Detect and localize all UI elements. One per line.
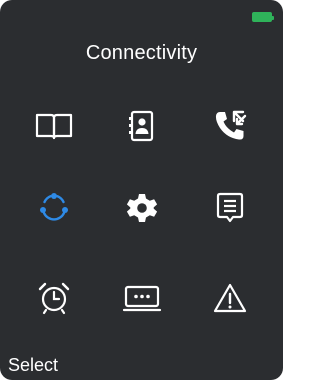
phone-screen: Connectivity Select — [0, 0, 283, 380]
call-log-icon — [215, 110, 247, 140]
left-softkey[interactable]: Select — [8, 355, 58, 376]
menu-item-connectivity[interactable] — [24, 178, 84, 238]
contacts-icon — [129, 110, 154, 142]
alarm-icon — [38, 282, 70, 315]
menu-grid — [0, 96, 283, 336]
battery-icon — [252, 12, 274, 22]
settings-icon — [126, 194, 158, 222]
book-icon — [35, 113, 73, 140]
keyboard-icon — [122, 285, 162, 312]
connectivity-icon — [40, 193, 68, 221]
menu-item-keyboard[interactable] — [112, 268, 172, 328]
menu-item-messages[interactable] — [200, 178, 260, 238]
menu-item-alarm[interactable] — [24, 268, 84, 328]
menu-item-contacts[interactable] — [112, 96, 172, 156]
page-title: Connectivity — [85, 42, 198, 64]
menu-item-book[interactable] — [24, 96, 84, 156]
messages-icon — [216, 192, 244, 223]
menu-item-call-log[interactable] — [200, 96, 260, 156]
menu-item-warning[interactable] — [200, 268, 260, 328]
menu-item-settings[interactable] — [112, 178, 172, 238]
warning-icon — [213, 283, 247, 313]
